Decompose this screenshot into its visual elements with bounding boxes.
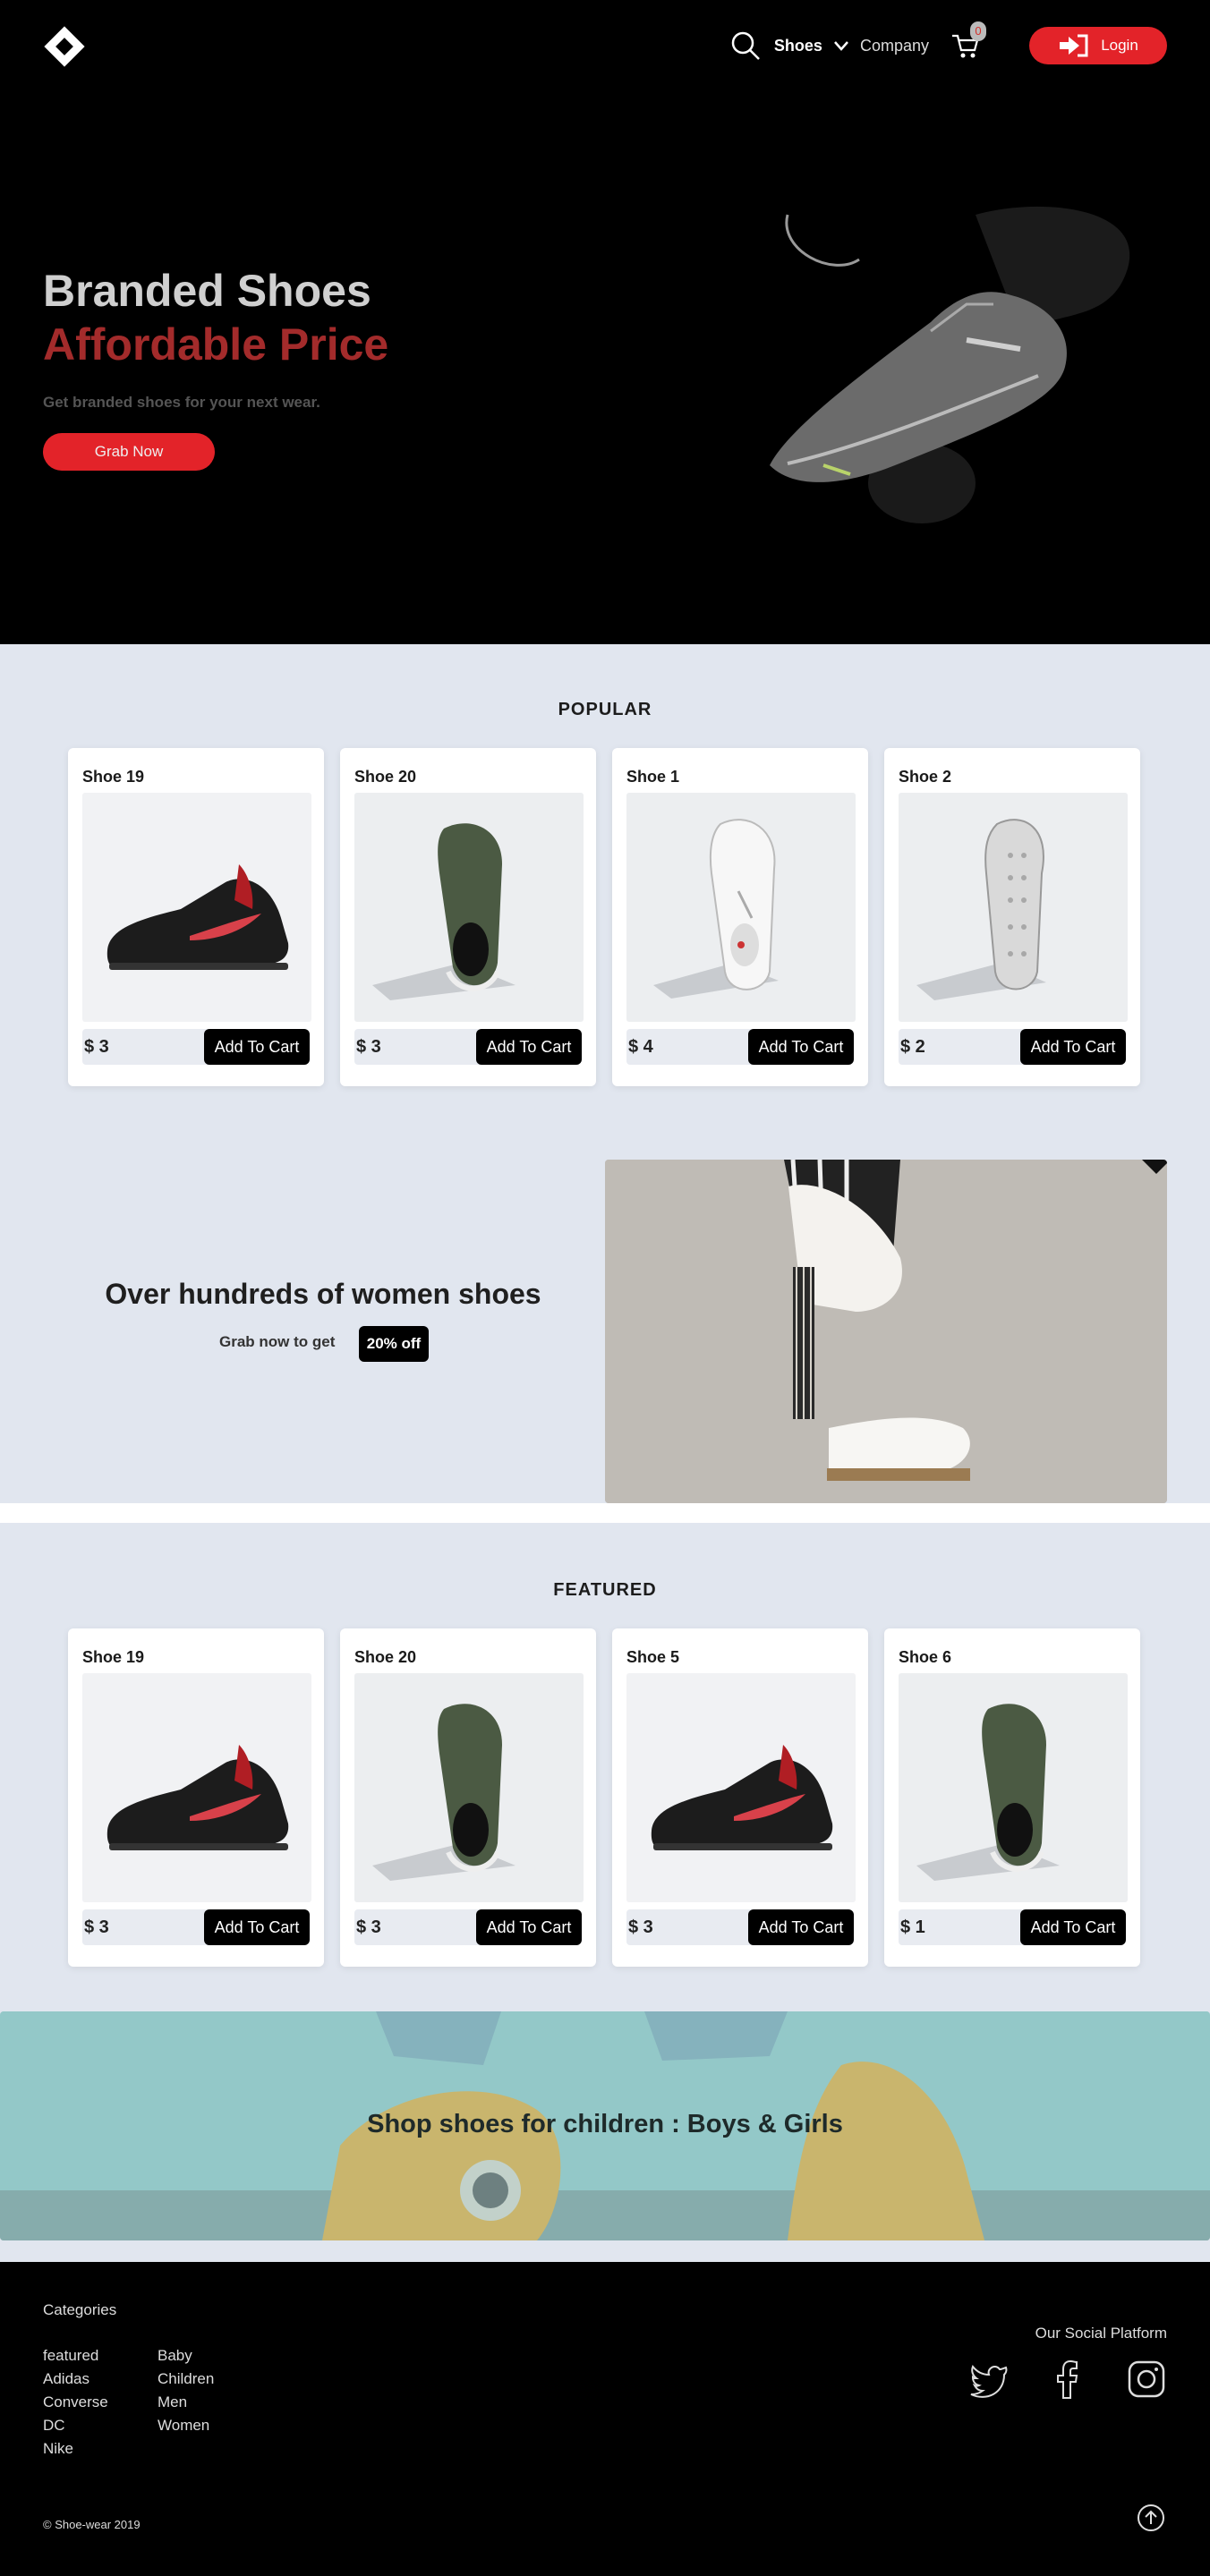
category-link[interactable]: Nike: [43, 2437, 108, 2461]
product-price: $ 3: [82, 1909, 217, 1945]
search-icon[interactable]: [729, 30, 762, 62]
green-knit-shoe-image: [372, 1704, 516, 1881]
login-label: Login: [1101, 37, 1138, 54]
product-card[interactable]: Shoe 1 $ 4 Add To Cart: [612, 748, 868, 1086]
product-image[interactable]: [899, 793, 1128, 1022]
product-card[interactable]: Shoe 20 $ 3 Add To Cart: [340, 748, 596, 1086]
hero-section: Shoes Company 0 Login Branded Shoes Affo…: [0, 0, 1210, 644]
chevron-down-icon: [834, 41, 848, 51]
category-link[interactable]: Converse: [43, 2391, 108, 2414]
category-link[interactable]: featured: [43, 2344, 108, 2368]
promo-title: Over hundreds of women shoes: [105, 1278, 541, 1310]
add-to-cart-button[interactable]: Add To Cart: [1020, 1029, 1126, 1065]
social-title: Our Social Platform: [1035, 2325, 1167, 2342]
login-button[interactable]: Login: [1029, 27, 1167, 64]
product-image[interactable]: [899, 1673, 1128, 1902]
featured-title: FEATURED: [553, 1580, 657, 1600]
promo-subtitle: Grab now to get: [219, 1333, 336, 1350]
nav-company[interactable]: Company: [860, 37, 929, 55]
nav-shoes[interactable]: Shoes: [774, 36, 851, 55]
product-image[interactable]: [354, 793, 584, 1022]
women-shoes-image[interactable]: [605, 1160, 1167, 1503]
green-knit-shoe-image: [372, 823, 516, 1000]
social-links: [968, 2359, 1167, 2400]
twitter-icon[interactable]: [968, 2359, 1010, 2400]
category-link[interactable]: Baby: [158, 2344, 214, 2368]
product-price: $ 1: [899, 1909, 1033, 1945]
copyright: © Shoe-wear 2019: [43, 2518, 141, 2531]
popular-title: POPULAR: [558, 700, 652, 719]
black-red-sneaker-image: [651, 1745, 833, 1850]
product-image[interactable]: [626, 793, 856, 1022]
product-card[interactable]: Shoe 6 $ 1 Add To Cart: [884, 1628, 1140, 1967]
grab-now-button[interactable]: Grab Now: [43, 433, 215, 471]
product-image[interactable]: [354, 1673, 584, 1902]
cart-count-badge: 0: [970, 21, 986, 41]
product-price: $ 4: [626, 1029, 761, 1065]
category-link[interactable]: Men: [158, 2391, 214, 2414]
hero-subtitle: Get branded shoes for your next wear.: [43, 394, 320, 411]
black-red-sneaker-image: [107, 1745, 289, 1850]
women-shoes-photo: [605, 1160, 1167, 1503]
cart-button[interactable]: 0: [950, 21, 986, 61]
product-image[interactable]: [82, 793, 311, 1022]
product-price: $ 2: [899, 1029, 1033, 1065]
product-name: Shoe 2: [899, 768, 952, 786]
product-name: Shoe 19: [82, 1648, 145, 1666]
footer: Categories featured Adidas Converse DC N…: [0, 2262, 1210, 2576]
add-to-cart-button[interactable]: Add To Cart: [476, 1029, 582, 1065]
add-to-cart-button[interactable]: Add To Cart: [204, 1909, 310, 1945]
facebook-icon[interactable]: [1047, 2359, 1088, 2400]
green-knit-shoe-image: [916, 1704, 1060, 1881]
black-red-sneaker-image: [107, 864, 289, 970]
product-name: Shoe 20: [354, 768, 417, 786]
product-price: $ 3: [354, 1909, 489, 1945]
nav-shoes-label: Shoes: [773, 36, 822, 55]
discount-badge: 20% off: [359, 1326, 429, 1362]
category-link[interactable]: Children: [158, 2368, 214, 2391]
product-card[interactable]: Shoe 19 $ 3 Add To Cart: [68, 748, 324, 1086]
category-link[interactable]: Women: [158, 2414, 214, 2437]
product-card[interactable]: Shoe 2 $ 2 Add To Cart: [884, 748, 1140, 1086]
product-name: Shoe 20: [354, 1648, 417, 1666]
sole-view-shoe-image: [916, 819, 1046, 1000]
popular-cards: Shoe 19 $ 3 Add To Cart Shoe 20 $ 3 Add …: [68, 748, 1140, 1086]
instagram-icon[interactable]: [1126, 2359, 1167, 2400]
categories-col-2: Baby Children Men Women: [158, 2344, 214, 2437]
section-divider: [0, 1503, 1210, 1523]
category-link[interactable]: DC: [43, 2414, 108, 2437]
diamond-logo[interactable]: [43, 25, 86, 68]
product-price: $ 3: [626, 1909, 761, 1945]
hero-title-line1: Branded Shoes: [43, 266, 371, 316]
product-image[interactable]: [626, 1673, 856, 1902]
add-to-cart-button[interactable]: Add To Cart: [476, 1909, 582, 1945]
product-card[interactable]: Shoe 5 $ 3 Add To Cart: [612, 1628, 868, 1967]
white-sneaker-image: [653, 819, 779, 999]
login-arrow-icon: [1060, 34, 1088, 57]
scroll-to-top-icon[interactable]: [1137, 2504, 1165, 2532]
featured-cards: Shoe 19 $ 3 Add To Cart Shoe 20 $ 3 Add …: [68, 1628, 1140, 1967]
product-card[interactable]: Shoe 20 $ 3 Add To Cart: [340, 1628, 596, 1967]
categories-col-1: featured Adidas Converse DC Nike: [43, 2344, 108, 2461]
hero-title-line2: Affordable Price: [43, 319, 389, 370]
kids-banner-text: Shop shoes for children : Boys & Girls: [367, 2110, 843, 2138]
category-link[interactable]: Adidas: [43, 2368, 108, 2391]
categories-title: Categories: [43, 2301, 117, 2318]
product-name: Shoe 5: [626, 1648, 680, 1666]
top-nav: Shoes Company 0 Login: [729, 21, 1167, 66]
product-card[interactable]: Shoe 19 $ 3 Add To Cart: [68, 1628, 324, 1967]
product-price: $ 3: [354, 1029, 489, 1065]
product-price: $ 3: [82, 1029, 217, 1065]
product-image[interactable]: [82, 1673, 311, 1902]
add-to-cart-button[interactable]: Add To Cart: [748, 1909, 854, 1945]
product-name: Shoe 1: [626, 768, 680, 786]
add-to-cart-button[interactable]: Add To Cart: [1020, 1909, 1126, 1945]
add-to-cart-button[interactable]: Add To Cart: [204, 1029, 310, 1065]
add-to-cart-button[interactable]: Add To Cart: [748, 1029, 854, 1065]
product-name: Shoe 19: [82, 768, 145, 786]
product-name: Shoe 6: [899, 1648, 952, 1666]
hero-shoe-image: [770, 206, 1130, 523]
